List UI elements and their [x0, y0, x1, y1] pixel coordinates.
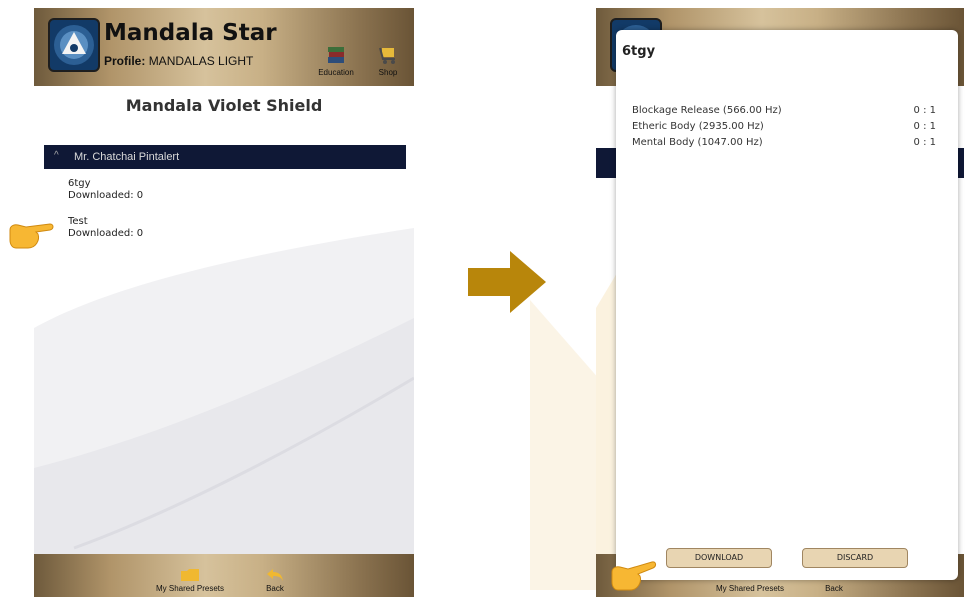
back-label: Back — [266, 584, 284, 593]
app-header: Mandala Star Profile: MANDALAS LIGHT Edu… — [34, 8, 414, 86]
pointing-hand-icon — [611, 561, 656, 591]
frequency-label: Blockage Release (566.00 Hz) — [632, 105, 782, 116]
profile-line[interactable]: Profile: MANDALAS LIGHT — [104, 54, 253, 68]
frequency-ratio: 0 : 1 — [913, 137, 936, 148]
pointing-hand-icon — [9, 223, 54, 249]
group-header[interactable]: ^ Mr. Chatchai Pintalert — [44, 145, 406, 169]
preset-item[interactable]: Test Downloaded: 0 — [68, 216, 143, 240]
chevron-up-icon: ^ — [54, 150, 59, 161]
frequency-row: Mental Body (1047.00 Hz) 0 : 1 — [632, 137, 936, 151]
frequency-row: Etheric Body (2935.00 Hz) 0 : 1 — [632, 121, 936, 135]
dialog-title: 6tgy — [622, 44, 656, 59]
preset-item[interactable]: 6tgy Downloaded: 0 — [68, 178, 143, 202]
frequency-label: Etheric Body (2935.00 Hz) — [632, 121, 764, 132]
back-label: Back — [825, 584, 843, 593]
preset-name: 6tgy — [68, 178, 91, 189]
cart-icon — [379, 47, 395, 64]
app-logo-icon — [48, 18, 100, 72]
profile-name: MANDALAS LIGHT — [148, 54, 254, 68]
bottom-nav: My Shared Presets Back — [34, 554, 414, 597]
frequency-ratio: 0 : 1 — [913, 105, 936, 116]
back-button[interactable]: Back — [254, 568, 296, 593]
download-button[interactable]: DOWNLOAD — [666, 548, 772, 568]
shared-presets-label: My Shared Presets — [155, 584, 225, 593]
preset-name: Test — [68, 216, 88, 227]
shared-presets-button[interactable]: My Shared Presets — [146, 568, 234, 593]
education-label: Education — [318, 68, 354, 77]
back-arrow-icon — [267, 569, 283, 581]
frequency-ratio: 0 : 1 — [913, 121, 936, 132]
shop-button[interactable]: Shop — [362, 44, 414, 77]
shop-label: Shop — [378, 68, 398, 77]
frequency-row: Blockage Release (566.00 Hz) 0 : 1 — [632, 105, 936, 119]
frequency-label: Mental Body (1047.00 Hz) — [632, 137, 763, 148]
discard-button[interactable]: DISCARD — [802, 548, 908, 568]
back-button[interactable]: Back — [814, 584, 854, 593]
preset-detail-dialog: 6tgy Blockage Release (566.00 Hz) 0 : 1 … — [616, 30, 958, 580]
section-title: Mandala Violet Shield — [125, 96, 323, 115]
preset-downloads: Downloaded: 0 — [68, 190, 144, 201]
group-name: Mr. Chatchai Pintalert — [74, 151, 180, 163]
books-icon — [328, 47, 344, 63]
profile-label: Profile: — [104, 54, 146, 68]
background-pattern — [530, 300, 600, 590]
education-button[interactable]: Education — [310, 44, 362, 77]
preset-downloads: Downloaded: 0 — [68, 228, 144, 239]
app-title: Mandala Star — [104, 20, 277, 46]
shared-presets-button[interactable]: My Shared Presets — [706, 584, 794, 593]
folder-icon — [181, 569, 199, 581]
background-swoosh — [34, 228, 414, 557]
shared-presets-label: My Shared Presets — [715, 584, 785, 593]
left-screen: Mandala Star Profile: MANDALAS LIGHT Edu… — [34, 8, 414, 597]
